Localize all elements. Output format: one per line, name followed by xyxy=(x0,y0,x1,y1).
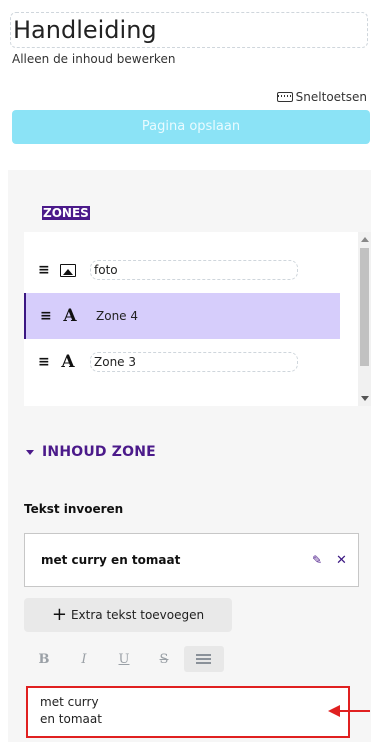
editor-line: met curry xyxy=(40,695,99,709)
strikethrough-icon[interactable]: S xyxy=(144,646,184,672)
content-zone-toggle[interactable]: INHOUD ZONE xyxy=(26,444,156,460)
pencil-icon[interactable]: ✎ xyxy=(312,553,328,567)
zone-name[interactable]: Zone 3 xyxy=(90,352,298,372)
text-icon: A xyxy=(63,306,77,326)
format-toolbar: B I U S xyxy=(24,644,224,674)
keyboard-icon xyxy=(276,92,293,102)
annotation-arrow-icon xyxy=(328,705,370,717)
underline-icon[interactable]: U xyxy=(104,646,144,672)
plus-icon: + xyxy=(51,604,67,625)
drag-handle-icon[interactable]: ≡ xyxy=(40,309,52,323)
zones-heading: ZONES xyxy=(42,206,90,220)
scroll-down-icon[interactable] xyxy=(361,396,369,401)
add-text-button[interactable]: + Extra tekst toevoegen xyxy=(24,598,232,632)
zones-heading-wrap: ZONES xyxy=(42,202,90,220)
zone-name[interactable]: foto xyxy=(90,260,298,280)
italic-icon[interactable]: I xyxy=(64,646,104,672)
shortcuts-label: Sneltoetsen xyxy=(295,90,367,104)
save-page-button[interactable]: Pagina opslaan xyxy=(12,110,370,144)
bullet-list-icon xyxy=(196,654,211,664)
caret-down-icon xyxy=(26,449,34,455)
zones-list: ≡ foto ≡ A Zone 4 ≡ A Zone 3 xyxy=(24,232,358,406)
rich-text-editor[interactable]: met curry en tomaat xyxy=(26,686,350,738)
page-subtitle: Alleen de inhoud bewerken xyxy=(12,52,176,66)
zone-item-zone-3[interactable]: ≡ A Zone 3 xyxy=(24,339,340,385)
add-text-label: Extra tekst toevoegen xyxy=(70,608,205,622)
zone-name[interactable]: Zone 4 xyxy=(92,306,300,326)
scroll-thumb[interactable] xyxy=(360,248,369,366)
text-icon: A xyxy=(61,352,75,372)
close-icon[interactable]: ✕ xyxy=(336,553,352,568)
image-icon xyxy=(60,263,76,277)
zone-item-zone-4[interactable]: ≡ A Zone 4 xyxy=(24,293,340,339)
bullet-list-button[interactable] xyxy=(184,646,224,672)
page-title-input[interactable]: Handleiding xyxy=(10,12,368,48)
editor-line: en tomaat xyxy=(40,712,102,726)
text-item[interactable]: met curry en tomaat ✎ ✕ xyxy=(24,533,359,587)
content-zone-title: INHOUD ZONE xyxy=(42,444,156,460)
drag-handle-icon[interactable]: ≡ xyxy=(38,355,50,369)
text-item-label: met curry en tomaat xyxy=(41,553,181,567)
scroll-up-icon[interactable] xyxy=(361,237,369,242)
shortcuts-link[interactable]: Sneltoetsen xyxy=(276,90,367,104)
drag-handle-icon[interactable]: ≡ xyxy=(38,263,50,277)
bold-icon[interactable]: B xyxy=(24,646,64,672)
text-input-label: Tekst invoeren xyxy=(24,502,124,516)
zones-scrollbar[interactable] xyxy=(358,232,371,406)
zone-item-foto[interactable]: ≡ foto xyxy=(24,247,340,293)
